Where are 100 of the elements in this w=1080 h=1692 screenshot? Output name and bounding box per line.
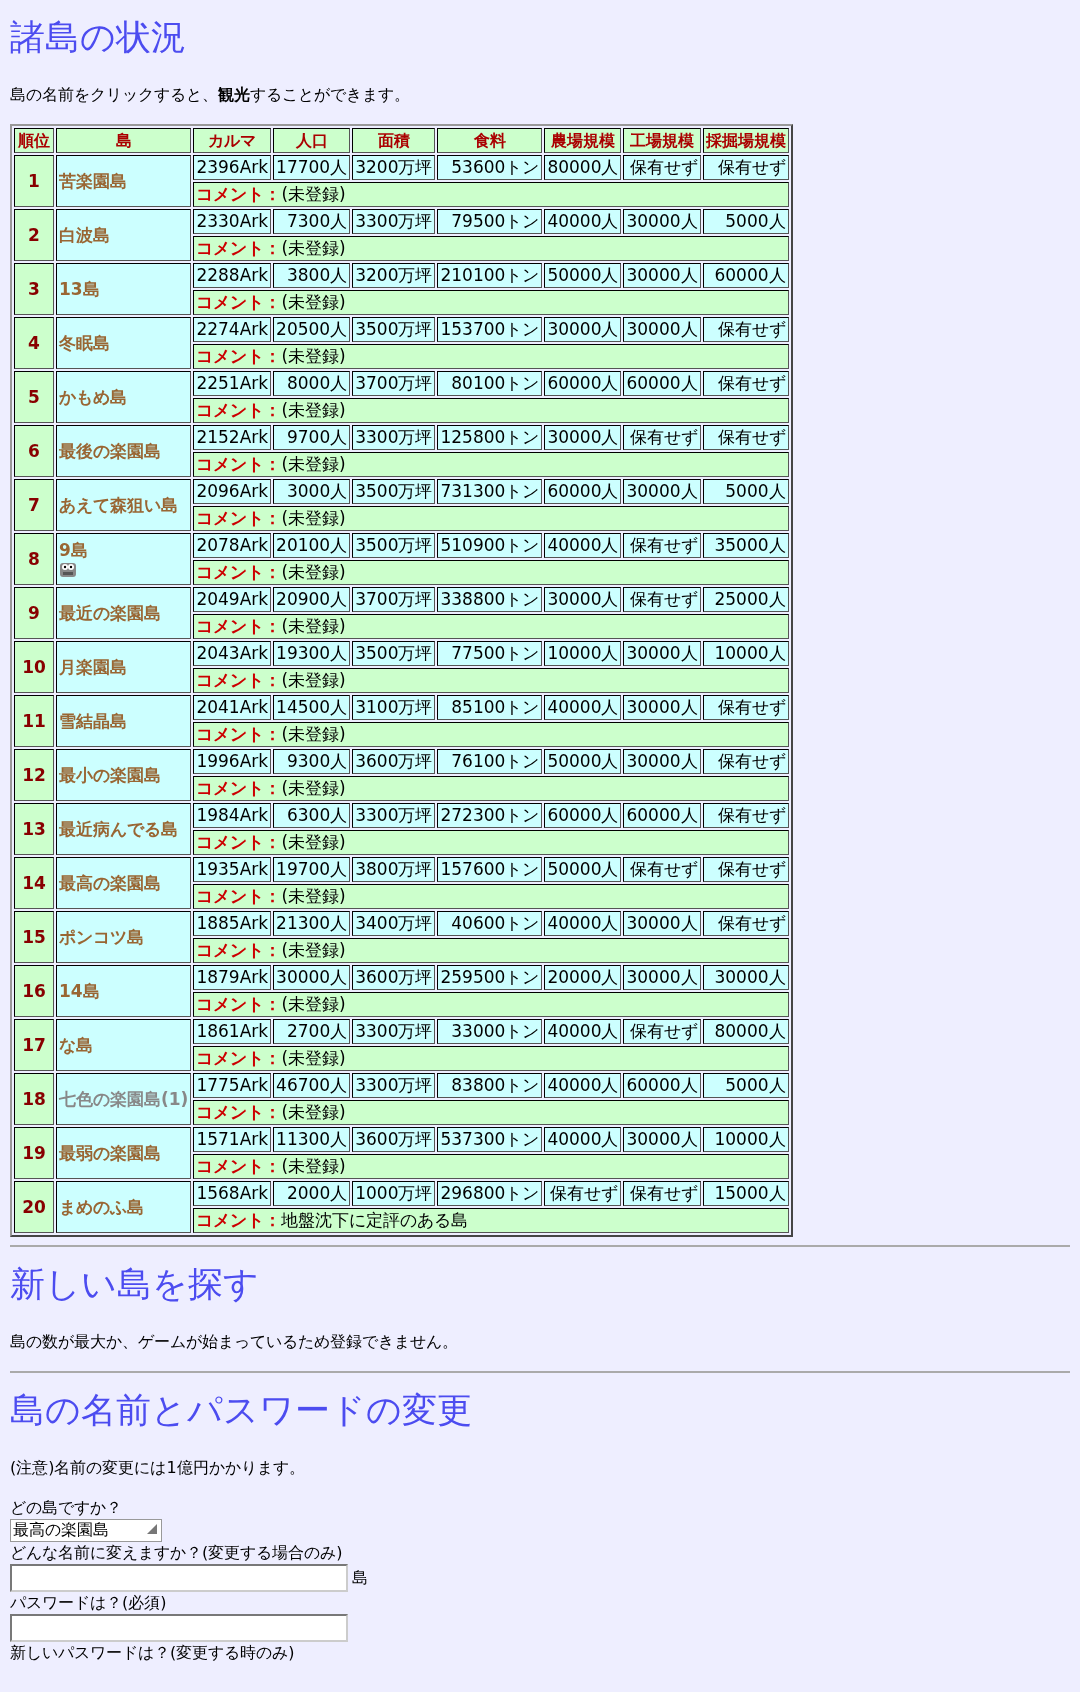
rank-cell: 11 [14,695,54,747]
table-cell: 60000人 [623,803,701,828]
table-cell: 40000人 [544,1127,622,1152]
field-label: どの島ですか？ [10,1497,123,1519]
table-cell: 30000人 [544,317,622,342]
island-link[interactable]: 最小の楽園島 [59,765,189,785]
island-link[interactable]: かもめ島 [59,387,189,407]
comment-text: (未登録) [281,670,346,690]
table-cell: 79500トン [437,209,543,234]
table-cell: 19300人 [273,641,351,666]
table-cell: 保有せず [623,1181,701,1206]
rank-cell: 1 [14,155,54,207]
island-link[interactable]: 苦楽園島 [59,171,189,191]
table-cell: 5000人 [702,479,789,504]
island-link[interactable]: まめのふ島 [59,1197,189,1217]
rank-cell: 3 [14,263,54,315]
comment-label: コメント： [196,832,282,852]
table-cell: 3200万坪 [352,155,436,180]
comment-text: (未登録) [281,616,346,636]
island-link[interactable]: 14島 [59,981,189,1001]
table-cell: 30000人 [623,1127,701,1152]
table-cell: 60000人 [544,803,622,828]
comment-text: (未登録) [281,832,346,852]
rank-cell: 7 [14,479,54,531]
table-cell: 50000人 [544,857,622,882]
table-cell: 3400万坪 [352,911,436,936]
table-cell: 3800人 [273,263,351,288]
table-cell: 30000人 [623,479,701,504]
intro-text: 島の名前をクリックすると、観光することができます。 [10,85,411,106]
table-cell: 60000人 [623,1073,701,1098]
table-cell: 2700人 [273,1019,351,1044]
table-cell: 9300人 [273,749,351,774]
island-link[interactable]: 白波島 [59,225,189,245]
island-link[interactable]: 最弱の楽園島 [59,1143,189,1163]
rank-cell: 20 [14,1181,54,1233]
island-link[interactable]: 最近病んでる島 [59,819,189,839]
comment-label: コメント： [196,1048,282,1068]
comment-text: (未登録) [281,724,346,744]
password-input[interactable] [10,1614,348,1642]
table-cell: 3300万坪 [352,209,436,234]
rank-cell: 17 [14,1019,54,1071]
island-link[interactable]: 七色の楽園島(1) [59,1089,189,1109]
table-cell: 2274Ark [193,317,272,342]
column-header: 食料 [437,128,543,153]
table-cell: 30000人 [623,641,701,666]
table-cell: 11300人 [273,1127,351,1152]
table-cell: 40000人 [544,695,622,720]
table-cell: 76100トン [437,749,543,774]
rank-cell: 12 [14,749,54,801]
table-cell: 83800トン [437,1073,543,1098]
rank-cell: 6 [14,425,54,477]
table-cell: 20900人 [273,587,351,612]
comment-label: コメント： [196,400,282,420]
table-cell: 保有せず [702,317,789,342]
comment-text: (未登録) [281,454,346,474]
table-cell: 2078Ark [193,533,272,558]
table-cell: 40000人 [544,533,622,558]
island-link[interactable]: あえて森狙い島 [59,495,189,515]
island-link[interactable]: 最近の楽園島 [59,603,189,623]
rank-cell: 10 [14,641,54,693]
table-cell: 33000トン [437,1019,543,1044]
island-link[interactable]: な島 [59,1035,189,1055]
table-cell: 30000人 [623,749,701,774]
rank-cell: 5 [14,371,54,423]
table-cell: 2041Ark [193,695,272,720]
island-link[interactable]: 雪結晶島 [59,711,189,731]
island-select[interactable]: 最高の楽園島 [10,1519,162,1542]
comment-label: コメント： [196,778,282,798]
island-link[interactable]: 冬眠島 [59,333,189,353]
comment-label: コメント： [196,886,282,906]
table-cell: 3300万坪 [352,803,436,828]
table-cell: 5000人 [702,209,789,234]
island-link[interactable]: 最後の楽園島 [59,441,189,461]
comment-text: (未登録) [281,292,346,312]
table-cell: 19700人 [273,857,351,882]
table-cell: 5000人 [702,1073,789,1098]
island-link[interactable]: 13島 [59,279,189,299]
table-cell: 保有せず [702,803,789,828]
comment-text: (未登録) [281,184,346,204]
comment-text: (未登録) [281,994,346,1014]
rank-cell: 9 [14,587,54,639]
table-cell: 3300万坪 [352,425,436,450]
table-cell: 保有せず [623,533,701,558]
comment-label: コメント： [196,1156,282,1176]
table-cell: 2330Ark [193,209,272,234]
table-cell: 30000人 [544,425,622,450]
table-cell: 2000人 [273,1181,351,1206]
island-link[interactable]: 月楽園島 [59,657,189,677]
comment-text: (未登録) [281,400,346,420]
name-input[interactable] [10,1564,348,1592]
comment-text: (未登録) [281,886,346,906]
island-link[interactable]: 9島 [59,540,189,560]
table-cell: 21300人 [273,911,351,936]
table-cell: 40000人 [544,1073,622,1098]
table-cell: 3100万坪 [352,695,436,720]
island-link[interactable]: ポンコツ島 [59,927,189,947]
table-cell: 1935Ark [193,857,272,882]
island-link[interactable]: 最高の楽園島 [59,873,189,893]
table-cell: 157600トン [437,857,543,882]
comment-label: コメント： [196,184,282,204]
